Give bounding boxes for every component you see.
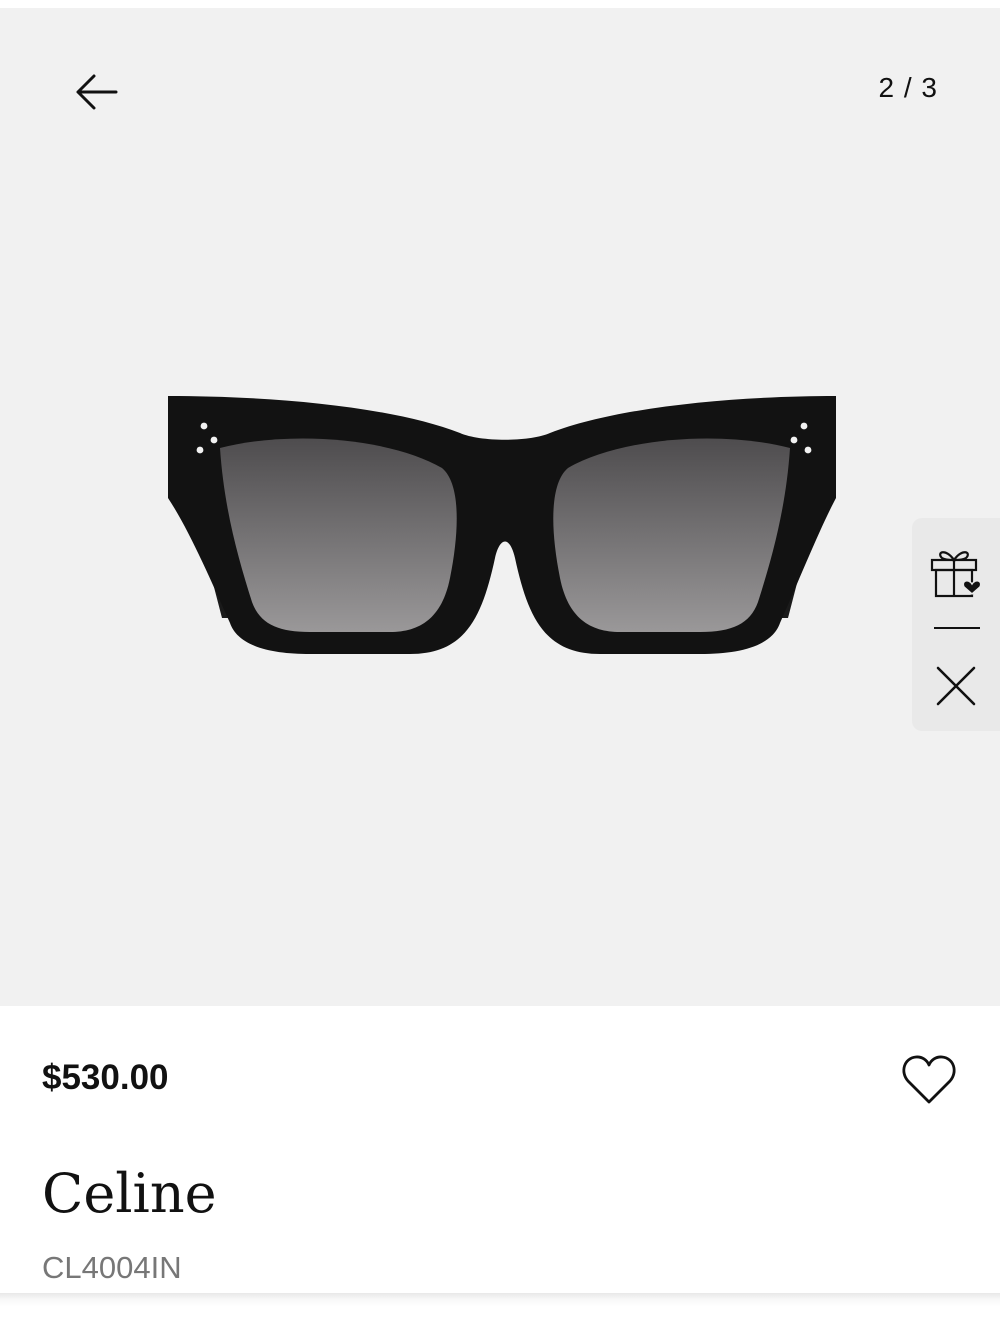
- product-info: $530.00 Celine CL4004IN: [0, 1006, 1000, 1296]
- panel-divider: [934, 627, 980, 629]
- image-counter: 2 / 3: [878, 72, 938, 103]
- floating-action-panel: [912, 518, 1000, 731]
- product-price: $530.00: [42, 1058, 169, 1097]
- product-brand[interactable]: Celine: [42, 1162, 217, 1225]
- back-button[interactable]: [68, 64, 124, 120]
- heart-outline-icon: [902, 1055, 956, 1104]
- arrow-left-icon: [76, 74, 118, 110]
- wishlist-button[interactable]: [900, 1052, 958, 1108]
- gift-heart-icon: [930, 551, 982, 598]
- gift-button[interactable]: [928, 540, 986, 600]
- product-image-sunglasses: [168, 396, 836, 654]
- bottom-bar-shadow: [0, 1293, 1000, 1333]
- product-image-gallery[interactable]: 2 / 3: [0, 8, 1000, 1006]
- product-detail-page: 2 / 3 $530.00 Celine CL4004IN: [0, 0, 1000, 1333]
- close-icon: [936, 666, 976, 706]
- product-model: CL4004IN: [42, 1250, 182, 1285]
- close-panel-button[interactable]: [932, 662, 980, 710]
